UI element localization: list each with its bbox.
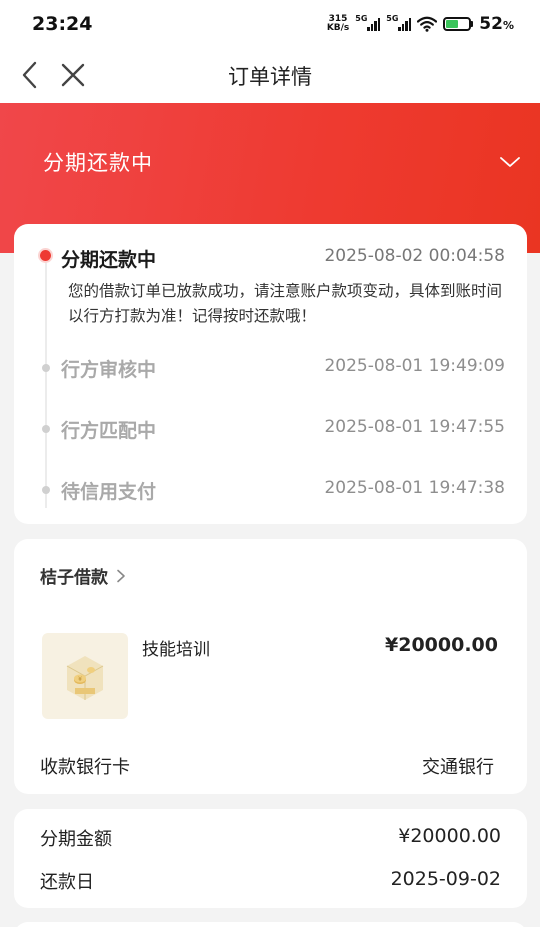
timeline-item-description: 您的借款订单已放款成功，请注意账户款项变动，具体到账时间以行方打款为准！记得按时… [68, 282, 503, 325]
amount-card: 分期金额 ¥20000.00 还款日 2025-09-02 [14, 809, 527, 908]
installment-amount-value: ¥20000.00 [398, 825, 501, 847]
loan-card: 桔子借款 ¥ 技能培训 ¥20000.00 收款银行卡 交通银行 [14, 539, 527, 794]
timeline-line [45, 258, 47, 508]
bank-card-value: 交通银行 [422, 757, 494, 778]
chevron-right-icon [117, 569, 125, 582]
timeline-item-title: 行方匹配中 [61, 420, 157, 442]
next-card [14, 922, 527, 927]
timeline-dot [42, 364, 50, 372]
status-time: 23:24 [32, 13, 93, 35]
merchant-name: 桔子借款 [40, 568, 108, 588]
status-header-title: 分期还款中 [43, 151, 153, 175]
product-thumbnail[interactable]: ¥ [42, 633, 128, 719]
timeline-item-title: 分期还款中 [61, 249, 157, 271]
installment-amount-label: 分期金额 [40, 829, 112, 850]
sim1-label: 5G [355, 14, 368, 23]
status-bar: 23:24 315 KB/s 5G 5G 52% [0, 0, 540, 48]
network-speed: 315 KB/s [327, 15, 349, 33]
repay-day-label: 还款日 [40, 872, 94, 893]
timeline-item-title: 行方审核中 [61, 359, 157, 381]
close-button[interactable] [56, 58, 90, 92]
product-name: 技能培训 [142, 640, 210, 660]
timeline-item-time: 2025-08-01 19:47:38 [324, 478, 505, 498]
back-button[interactable] [14, 58, 44, 92]
sim2-label: 5G [386, 14, 399, 23]
bank-card-label: 收款银行卡 [40, 757, 130, 778]
nav-bar: 订单详情 [0, 48, 540, 103]
network-speed-unit: KB/s [326, 23, 350, 33]
close-icon [61, 63, 85, 87]
battery-fill [446, 20, 458, 28]
timeline-item-time: 2025-08-02 00:04:58 [324, 246, 505, 266]
page-title: 订单详情 [228, 64, 312, 89]
coin-box-icon: ¥ [66, 656, 104, 700]
timeline-dot-active [38, 248, 53, 263]
battery-icon [443, 17, 474, 31]
status-icons: 315 KB/s 5G 5G 52% [327, 14, 514, 34]
timeline-dot [42, 425, 50, 433]
signal-icon: 5G [355, 14, 381, 31]
product-price: ¥20000.00 [385, 634, 498, 656]
svg-text:¥: ¥ [78, 676, 82, 683]
chevron-down-icon[interactable] [499, 153, 521, 171]
timeline-item-time: 2025-08-01 19:49:09 [324, 356, 505, 376]
timeline-dot [42, 486, 50, 494]
timeline-item-title: 待信用支付 [61, 481, 157, 503]
repay-day-value: 2025-09-02 [390, 868, 501, 890]
timeline-item-time: 2025-08-01 19:47:55 [324, 417, 505, 437]
battery-percent: 52% [479, 14, 514, 34]
timeline-card: 分期还款中 2025-08-02 00:04:58 您的借款订单已放款成功，请注… [14, 224, 527, 524]
merchant-link[interactable]: 桔子借款 [40, 563, 126, 588]
signal-icon-2: 5G [386, 14, 412, 31]
wifi-icon [417, 16, 438, 32]
chevron-left-icon [22, 61, 37, 89]
